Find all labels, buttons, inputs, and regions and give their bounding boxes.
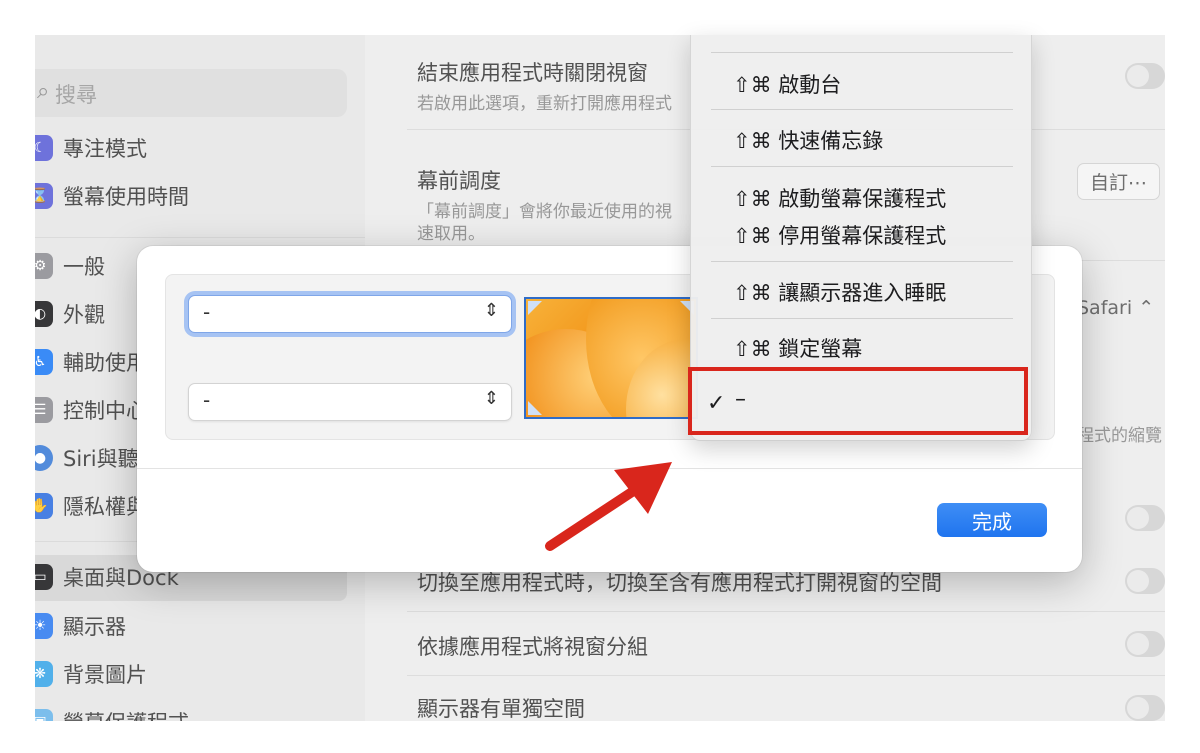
red-arrow-icon [545, 462, 672, 551]
menu-item-quick-note[interactable]: ⇧⌘ 快速備忘錄 [733, 125, 883, 155]
menu-item-start-screensaver[interactable]: ⇧⌘ 啟動螢幕保護程式 [733, 183, 946, 213]
arrow-shaft [545, 483, 643, 551]
menu-divider [711, 261, 1013, 262]
corner-marker [528, 301, 542, 315]
bottom-left-corner-select[interactable]: - ⇕ [188, 383, 512, 421]
menu-item-launchpad[interactable]: ⇧⌘ 啟動台 [733, 69, 841, 99]
menu-divider [711, 166, 1013, 167]
chevron-updown-icon: ⇕ [483, 300, 499, 321]
highlight-box [688, 367, 1028, 435]
top-left-corner-select[interactable]: - ⇕ [188, 295, 512, 333]
chevron-updown-icon: ⇕ [483, 388, 499, 409]
menu-divider [711, 318, 1013, 319]
top-left-corner-value: - [203, 300, 211, 324]
menu-item-lock-screen[interactable]: ⇧⌘ 鎖定螢幕 [733, 333, 862, 363]
corner-marker [528, 401, 542, 415]
arrow-head [614, 462, 672, 514]
menu-divider [711, 109, 1013, 110]
menu-item-display-sleep[interactable]: ⇧⌘ 讓顯示器進入睡眠 [733, 277, 946, 307]
done-button[interactable]: 完成 [937, 503, 1047, 537]
screen-preview [524, 297, 698, 419]
menu-divider [711, 52, 1013, 53]
menu-item-disable-screensaver[interactable]: ⇧⌘ 停用螢幕保護程式 [733, 220, 946, 250]
bottom-left-corner-value: - [203, 388, 211, 412]
